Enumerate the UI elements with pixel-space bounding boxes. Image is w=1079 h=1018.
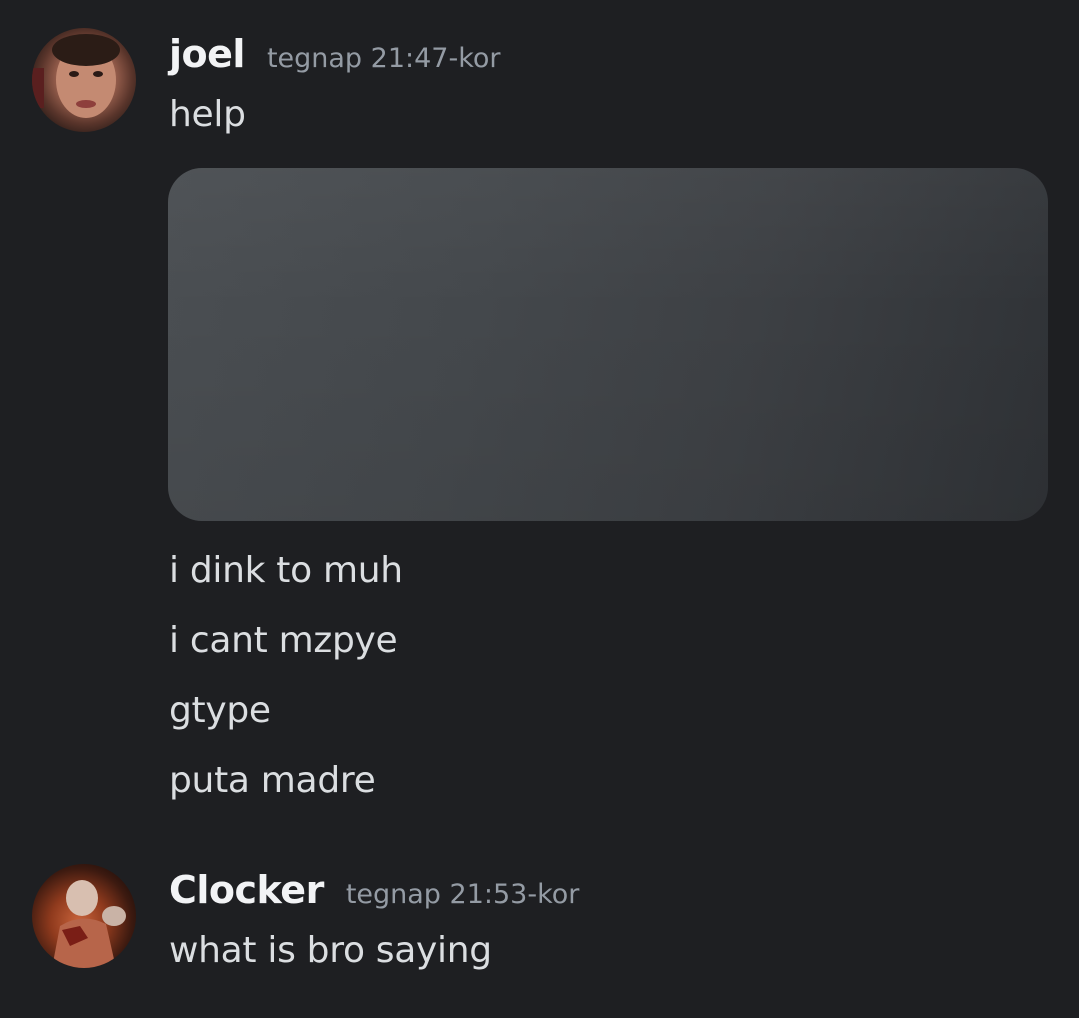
image-attachment[interactable] <box>168 168 1048 521</box>
message-text: what is bro saying <box>169 930 492 971</box>
avatar[interactable] <box>32 864 136 968</box>
message-text: help <box>169 94 246 135</box>
message-text: i cant mzpye <box>169 620 398 661</box>
avatar-photo-icon <box>52 880 126 968</box>
message-text: puta madre <box>169 760 376 801</box>
message-text: gtype <box>169 690 271 731</box>
timestamp: tegnap 21:47-kor <box>266 43 501 74</box>
chat-messages: joel tegnap 21:47-kor help i dink to muh… <box>0 0 1079 1018</box>
attachment-placeholder <box>168 168 1048 521</box>
avatar-photo-icon <box>32 34 120 118</box>
message-header: joel tegnap 21:47-kor <box>169 32 501 76</box>
timestamp: tegnap 21:53-kor <box>345 879 580 910</box>
message-header: Clocker tegnap 21:53-kor <box>169 868 579 912</box>
username[interactable]: joel <box>169 32 245 76</box>
avatar[interactable] <box>32 28 136 132</box>
message-text: i dink to muh <box>169 550 403 591</box>
username[interactable]: Clocker <box>169 868 324 912</box>
